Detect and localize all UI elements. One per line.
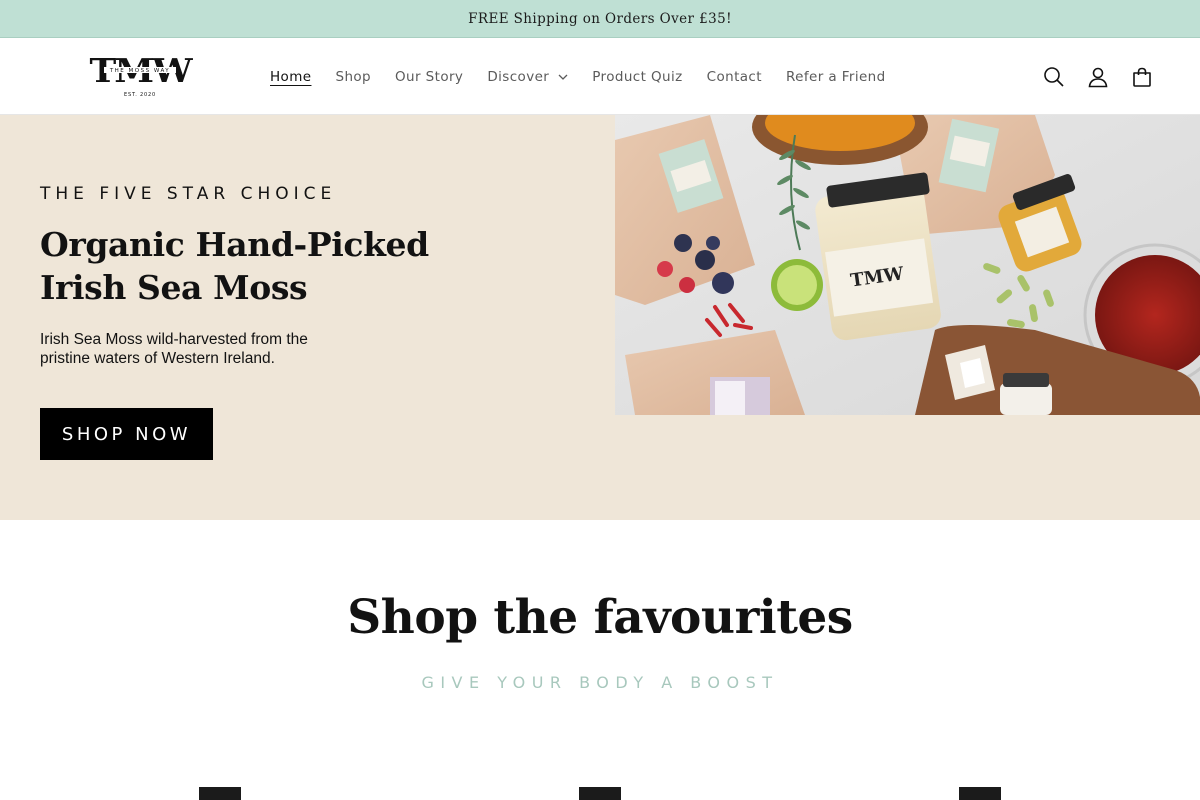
logo[interactable]: TMW THE MOSS WAY EST. 2020 xyxy=(84,52,196,99)
hero-product-image: TMW xyxy=(615,115,1200,415)
nav-contact[interactable]: Contact xyxy=(695,69,774,85)
hero-kicker: THE FIVE STAR CHOICE xyxy=(40,184,337,204)
nav-our-story[interactable]: Our Story xyxy=(383,69,475,85)
favourites-title: Shop the favourites xyxy=(347,590,853,645)
account-button[interactable] xyxy=(1076,55,1120,99)
logo-mark: TMW THE MOSS WAY EST. 2020 xyxy=(89,52,195,98)
nav-shop[interactable]: Shop xyxy=(323,69,383,85)
search-icon xyxy=(1044,66,1064,87)
hero-title: Organic Hand-Picked Irish Sea Moss xyxy=(40,225,429,307)
nav-refer-a-friend[interactable]: Refer a Friend xyxy=(774,69,898,85)
account-icon xyxy=(1088,67,1108,87)
svg-text:EST. 2020: EST. 2020 xyxy=(124,92,156,98)
search-button[interactable] xyxy=(1032,55,1076,99)
hero-banner: THE FIVE STAR CHOICE Organic Hand-Picked… xyxy=(0,115,1200,520)
announcement-text: FREE Shipping on Orders Over £35! xyxy=(468,10,732,27)
site-header: TMW THE MOSS WAY EST. 2020 Home Shop Our… xyxy=(0,38,1200,115)
main-nav: Home Shop Our Story Discover Product Qui… xyxy=(258,38,898,115)
nav-product-quiz[interactable]: Product Quiz xyxy=(580,69,694,85)
cart-icon xyxy=(1133,67,1151,87)
chevron-down-icon xyxy=(558,74,568,80)
header-icons xyxy=(1032,38,1164,115)
announcement-bar: FREE Shipping on Orders Over £35! xyxy=(0,0,1200,38)
svg-text:THE MOSS WAY: THE MOSS WAY xyxy=(109,68,170,74)
hero-description: Irish Sea Moss wild-harvested from the p… xyxy=(40,331,308,367)
shop-now-button[interactable]: SHOP NOW xyxy=(40,408,213,460)
product-card-badge xyxy=(579,787,621,800)
favourites-subtitle: GIVE YOUR BODY A BOOST xyxy=(421,673,779,692)
nav-discover[interactable]: Discover xyxy=(475,69,580,85)
product-card-badge xyxy=(199,787,241,800)
product-card-badge xyxy=(959,787,1001,800)
nav-home[interactable]: Home xyxy=(258,69,323,85)
cart-button[interactable] xyxy=(1120,55,1164,99)
